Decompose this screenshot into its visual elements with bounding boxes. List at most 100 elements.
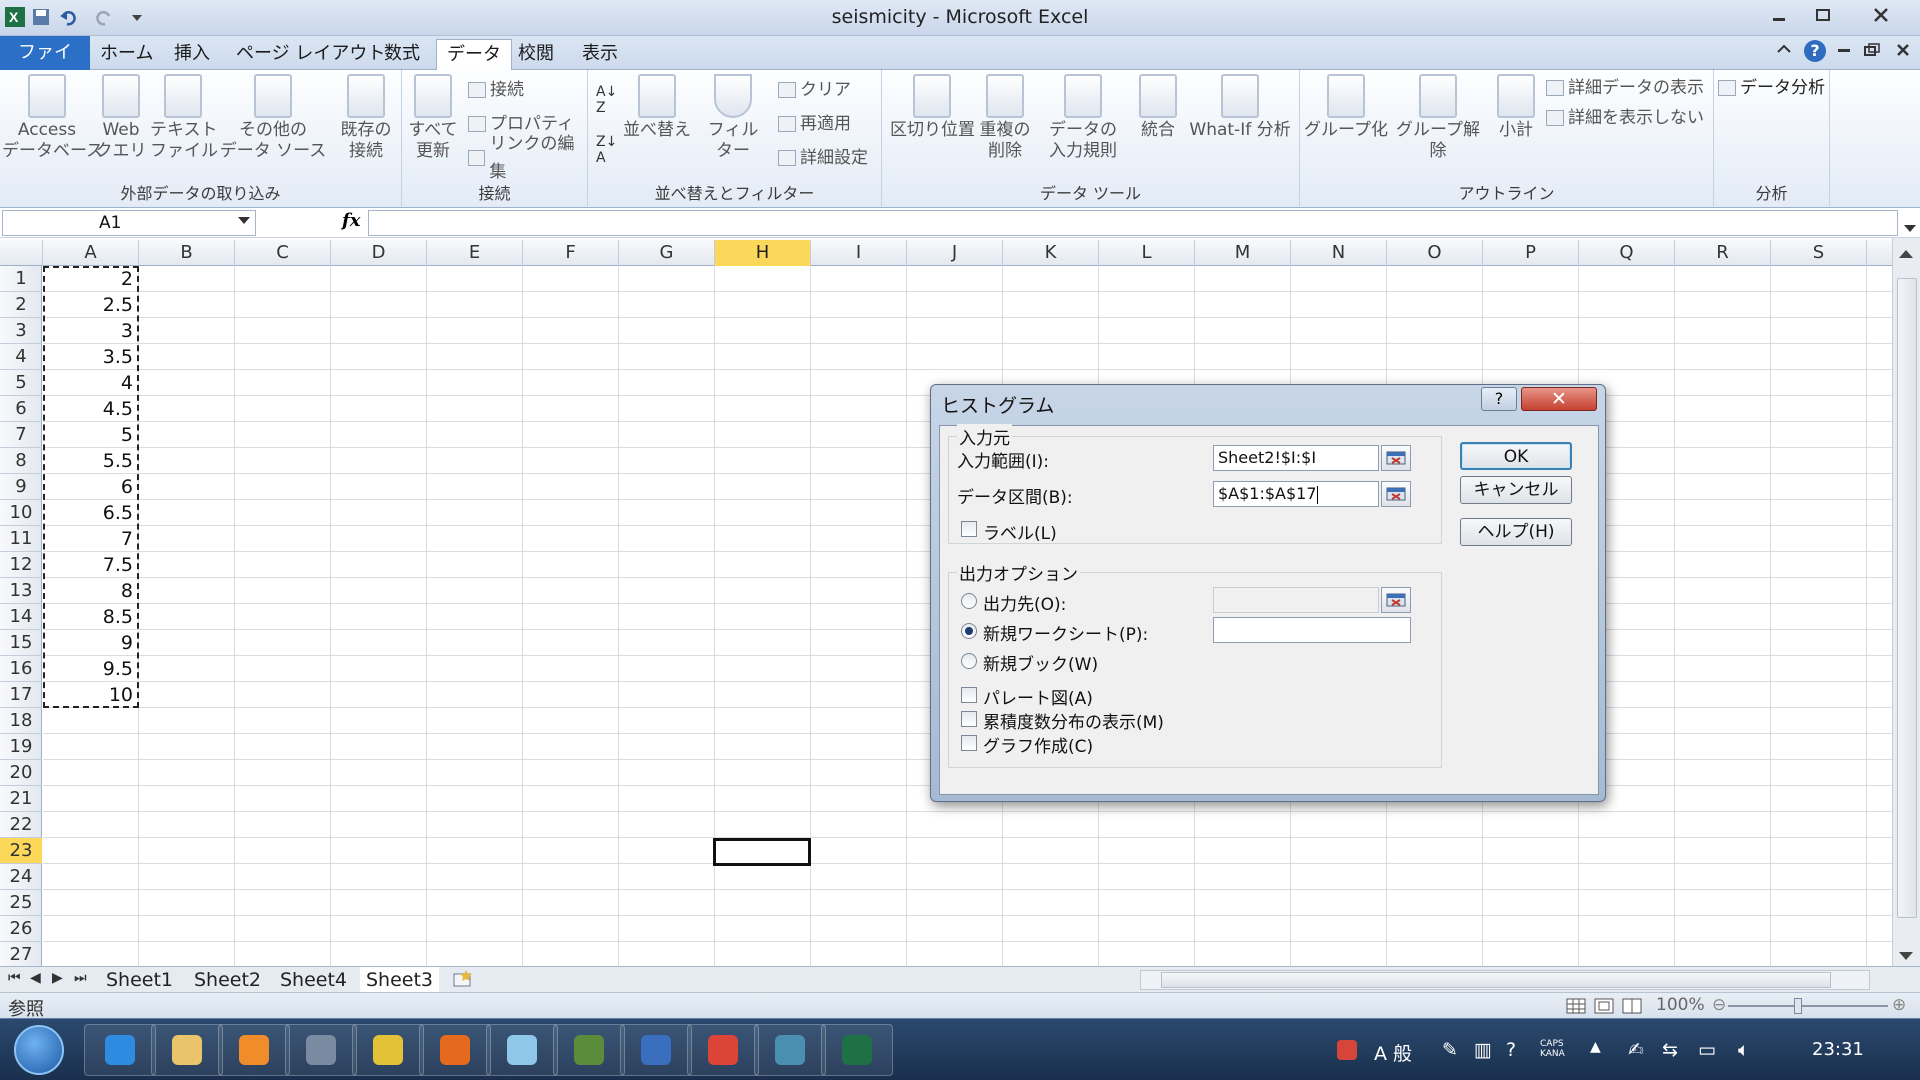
zoom-slider-knob[interactable] bbox=[1794, 998, 1802, 1014]
zoom-out-icon[interactable]: ⊖ bbox=[1712, 995, 1726, 1015]
refresh-all-button[interactable]: すべて 更新 bbox=[408, 74, 458, 162]
row-header-14[interactable]: 14 bbox=[0, 604, 42, 630]
sheet-tab-sheet1[interactable]: Sheet1 bbox=[106, 967, 173, 993]
column-header-k[interactable]: K bbox=[1003, 240, 1099, 266]
cell-a4[interactable]: 3.5 bbox=[43, 344, 139, 370]
cell-a15[interactable]: 9 bbox=[43, 630, 139, 656]
cell-a7[interactable]: 5 bbox=[43, 422, 139, 448]
new-sheet-label[interactable]: 新規ワークシート(P): bbox=[983, 620, 1148, 645]
tab-file[interactable]: ファイル bbox=[0, 36, 90, 97]
taskbar-media-player-icon[interactable] bbox=[218, 1024, 290, 1076]
zoom-slider[interactable] bbox=[1728, 1005, 1888, 1007]
start-button[interactable] bbox=[14, 1025, 64, 1075]
taskbar-word-like-icon[interactable] bbox=[620, 1024, 692, 1076]
column-header-e[interactable]: E bbox=[427, 240, 523, 266]
row-header-23[interactable]: 23 bbox=[0, 838, 42, 864]
clear-button[interactable]: クリア bbox=[778, 76, 851, 104]
vertical-scrollbar[interactable] bbox=[1892, 238, 1920, 968]
connections-button[interactable]: 接続 bbox=[468, 76, 524, 104]
row-header-6[interactable]: 6 bbox=[0, 396, 42, 422]
new-sheet-name-field[interactable] bbox=[1213, 617, 1411, 643]
cell-a17[interactable]: 10 bbox=[43, 682, 139, 708]
insert-function-icon[interactable]: fx bbox=[342, 210, 360, 231]
column-header-r[interactable]: R bbox=[1675, 240, 1771, 266]
tab-insert[interactable]: 挿入 bbox=[164, 39, 220, 69]
column-header-m[interactable]: M bbox=[1195, 240, 1291, 266]
column-header-c[interactable]: C bbox=[235, 240, 331, 266]
input-range-ref-button[interactable] bbox=[1381, 445, 1411, 471]
cell-a10[interactable]: 6.5 bbox=[43, 500, 139, 526]
output-range-field[interactable] bbox=[1213, 587, 1379, 613]
bin-range-field[interactable]: $A$1:$A$17 bbox=[1213, 481, 1379, 507]
column-header-f[interactable]: F bbox=[523, 240, 619, 266]
filter-button[interactable]: フィルター bbox=[700, 74, 766, 162]
tray-sync-icon[interactable]: ⇆ bbox=[1662, 1039, 1678, 1061]
clock[interactable]: 23:31 bbox=[1812, 1039, 1864, 1060]
row-header-9[interactable]: 9 bbox=[0, 474, 42, 500]
dialog-close-button[interactable]: ✕ bbox=[1521, 387, 1597, 411]
row-header-20[interactable]: 20 bbox=[0, 760, 42, 786]
cumulative-label[interactable]: 累積度数分布の表示(M) bbox=[983, 708, 1164, 733]
sort-asc-icon[interactable]: A↓ Z bbox=[596, 84, 617, 116]
row-header-26[interactable]: 26 bbox=[0, 916, 42, 942]
text-to-columns-button[interactable]: 区切り位置 bbox=[890, 74, 975, 141]
tab-page-layout[interactable]: ページ レイアウト bbox=[226, 39, 395, 69]
data-validation-button[interactable]: データの 入力規則 bbox=[1038, 74, 1128, 162]
data-analysis-button[interactable]: データ分析 bbox=[1718, 74, 1825, 102]
taskbar-notes-icon[interactable] bbox=[486, 1024, 558, 1076]
zoom-in-icon[interactable]: ⊕ bbox=[1892, 995, 1906, 1015]
column-header-o[interactable]: O bbox=[1387, 240, 1483, 266]
next-sheet-icon[interactable]: ▶ bbox=[52, 970, 63, 986]
sort-desc-icon[interactable]: Z↓ A bbox=[596, 134, 617, 166]
new-workbook-label[interactable]: 新規ブック(W) bbox=[983, 650, 1098, 675]
row-header-25[interactable]: 25 bbox=[0, 890, 42, 916]
scroll-down-icon[interactable] bbox=[1899, 946, 1913, 965]
new-sheet-radio[interactable] bbox=[961, 623, 977, 639]
output-range-label[interactable]: 出力先(O): bbox=[983, 590, 1066, 615]
taskbar-tool-t-icon[interactable] bbox=[352, 1024, 424, 1076]
web-query-button[interactable]: Web クエリ bbox=[92, 74, 150, 162]
vertical-scroll-thumb[interactable] bbox=[1897, 278, 1917, 918]
help-button[interactable]: ヘルプ(H) bbox=[1460, 518, 1572, 546]
cell-a3[interactable]: 3 bbox=[43, 318, 139, 344]
row-header-12[interactable]: 12 bbox=[0, 552, 42, 578]
column-header-q[interactable]: Q bbox=[1579, 240, 1675, 266]
row-header-3[interactable]: 3 bbox=[0, 318, 42, 344]
pareto-label[interactable]: パレート図(A) bbox=[983, 684, 1093, 709]
wb-restore-icon[interactable] bbox=[1864, 42, 1880, 61]
insert-sheet-icon[interactable] bbox=[452, 970, 474, 992]
tab-data[interactable]: データ bbox=[436, 39, 512, 71]
wb-minimize-icon[interactable] bbox=[1836, 42, 1852, 61]
first-sheet-icon[interactable]: ⏮ bbox=[8, 970, 21, 986]
row-header-18[interactable]: 18 bbox=[0, 708, 42, 734]
sheet-tab-sheet4[interactable]: Sheet4 bbox=[280, 967, 347, 993]
column-header-n[interactable]: N bbox=[1291, 240, 1387, 266]
tray-app-icon[interactable] bbox=[1336, 1039, 1358, 1066]
help-tray-icon[interactable]: ? bbox=[1506, 1039, 1516, 1061]
remove-duplicates-button[interactable]: 重複の 削除 bbox=[976, 74, 1034, 162]
row-header-16[interactable]: 16 bbox=[0, 656, 42, 682]
taskbar-file-explorer-icon[interactable] bbox=[151, 1024, 223, 1076]
column-header-p[interactable]: P bbox=[1483, 240, 1579, 266]
column-header-s[interactable]: S bbox=[1771, 240, 1867, 266]
formula-input[interactable] bbox=[368, 210, 1898, 236]
tab-view[interactable]: 表示 bbox=[572, 39, 628, 69]
name-box[interactable]: A1 bbox=[2, 210, 256, 236]
row-header-11[interactable]: 11 bbox=[0, 526, 42, 552]
input-range-field[interactable]: Sheet2!$I:$I bbox=[1213, 445, 1379, 471]
zoom-level[interactable]: 100% bbox=[1656, 995, 1705, 1015]
row-header-24[interactable]: 24 bbox=[0, 864, 42, 890]
cell-a14[interactable]: 8.5 bbox=[43, 604, 139, 630]
subtotal-button[interactable]: 小計 bbox=[1490, 74, 1542, 141]
cell-a12[interactable]: 7.5 bbox=[43, 552, 139, 578]
access-db-button[interactable]: Access データベース bbox=[2, 74, 103, 162]
output-range-radio[interactable] bbox=[961, 593, 977, 609]
network-icon[interactable]: ▭ bbox=[1698, 1039, 1716, 1061]
hide-detail-button[interactable]: 詳細を表示しない bbox=[1546, 104, 1704, 132]
taskbar-illustrator-icon[interactable] bbox=[419, 1024, 491, 1076]
select-all-corner[interactable] bbox=[0, 240, 43, 266]
column-header-h[interactable]: H bbox=[715, 240, 811, 266]
consolidate-button[interactable]: 統合 bbox=[1132, 74, 1184, 141]
prev-sheet-icon[interactable]: ◀ bbox=[30, 970, 41, 986]
taskbar-excel-icon[interactable] bbox=[821, 1024, 893, 1076]
